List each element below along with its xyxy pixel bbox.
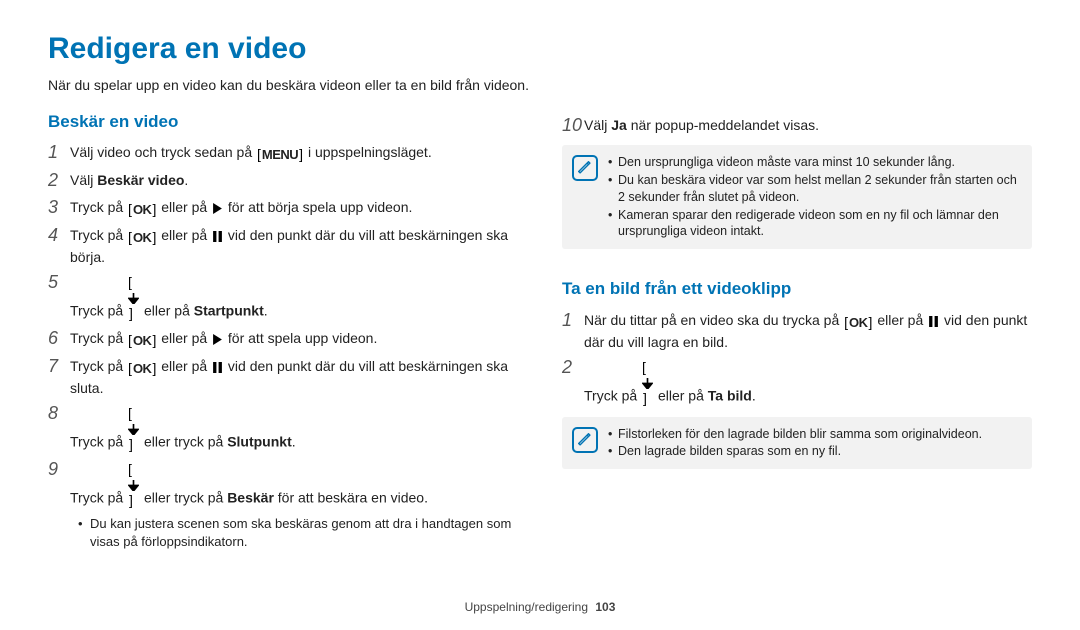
down-arrow-icon [128,273,139,323]
step-1: 1 Välj video och tryck sedan på MENU i u… [48,141,518,165]
cap-step-1: 1 När du tittar på en video ska du tryck… [562,309,1032,352]
column-left: Beskär en video 1 Välj video och tryck s… [48,110,518,552]
page-title: Redigera en video [48,28,1032,70]
column-right: 10 Välj Ja när popup-meddelandet visas. … [562,110,1032,552]
ok-icon: OK [128,331,156,351]
ok-icon: OK [844,313,872,333]
note-box-trim: •Den ursprungliga videon måste vara mins… [562,145,1032,249]
ok-icon: OK [128,228,156,248]
note-icon [572,427,598,453]
step-3: 3 Tryck på OK eller på för att börja spe… [48,196,518,220]
step-4: 4 Tryck på OK eller på vid den punkt där… [48,224,518,267]
pause-icon [212,231,223,242]
play-icon [212,203,223,214]
cap-step-2: 2 Tryck på eller på Ta bild. [562,356,1032,408]
ok-icon: OK [128,200,156,220]
note-icon [572,155,598,181]
pause-icon [212,362,223,373]
step-9: 9 Tryck på eller tryck på Beskär för att… [48,458,518,510]
sub-note-trim: •Du kan justera scenen som ska beskäras … [78,515,518,551]
down-arrow-icon [128,404,139,454]
heading-trim-video: Beskär en video [48,110,518,134]
play-icon [212,334,223,345]
step-10: 10 Välj Ja när popup-meddelandet visas. [562,114,1032,137]
intro-text: När du spelar upp en video kan du beskär… [48,76,1032,96]
pause-icon [928,316,939,327]
down-arrow-icon [642,358,653,408]
menu-icon: MENU [257,145,303,165]
step-6: 6 Tryck på OK eller på för att spela upp… [48,327,518,351]
step-2: 2 Välj Beskär video. [48,169,518,192]
step-7: 7 Tryck på OK eller på vid den punkt där… [48,355,518,398]
down-arrow-icon [128,460,139,510]
step-8: 8 Tryck på eller tryck på Slutpunkt. [48,402,518,454]
note-box-capture: •Filstorleken för den lagrade bilden bli… [562,417,1032,470]
ok-icon: OK [128,359,156,379]
page-footer: Uppspelning/redigering 103 [0,599,1080,616]
step-5: 5 Tryck på eller på Startpunkt. [48,271,518,323]
heading-capture-image: Ta en bild från ett videoklipp [562,277,1032,301]
